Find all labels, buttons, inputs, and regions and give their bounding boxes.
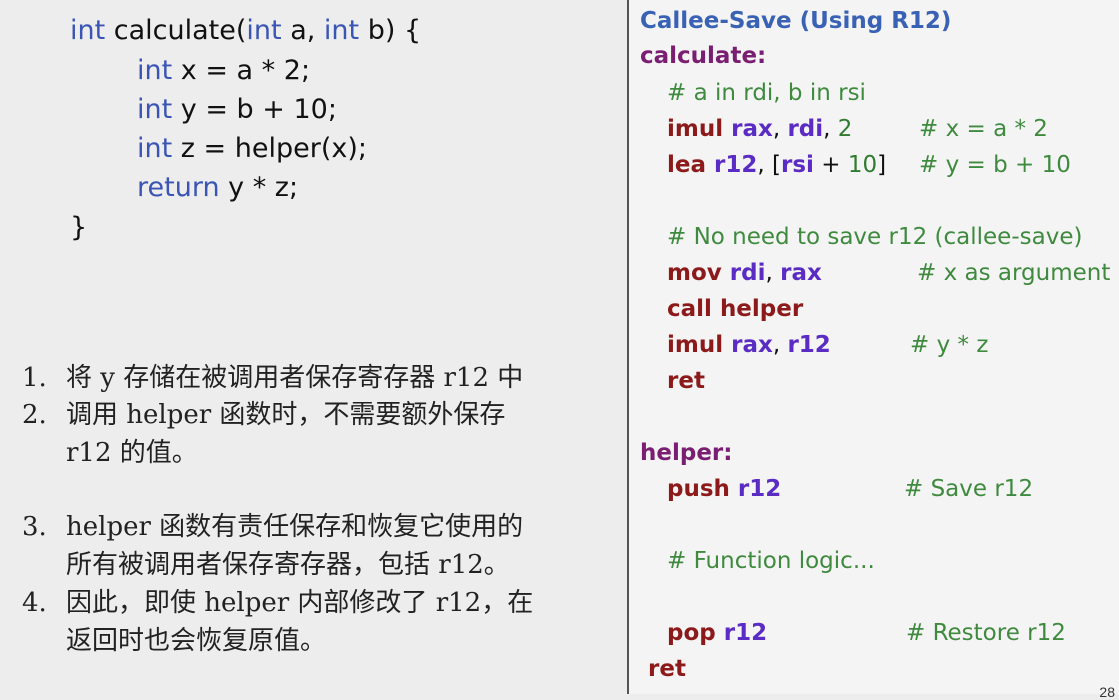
punctuation: , xyxy=(823,116,838,142)
call-target: helper xyxy=(719,296,804,322)
code-line-1: int calculate(int a, int b) { xyxy=(70,15,421,46)
keyword: int xyxy=(137,94,173,125)
register: r12 xyxy=(714,152,758,178)
code-line-4: int z = helper(x); xyxy=(137,133,367,164)
code-text: } xyxy=(70,212,88,243)
instruction: imul xyxy=(667,116,724,142)
code-text: b) { xyxy=(359,15,422,46)
note-number: 2. xyxy=(22,400,47,430)
register: r12 xyxy=(737,476,782,502)
left-panel: int calculate(int a, int b) { int x = a … xyxy=(0,0,628,694)
note-text: 调用 helper 函数时，不需要额外保存 xyxy=(66,400,506,430)
asm-imul-2: imul rax, r12 xyxy=(667,332,831,358)
code-text: z = helper(x); xyxy=(172,133,367,164)
asm-ret-1: ret xyxy=(667,368,705,394)
keyword: int xyxy=(323,15,360,46)
comment-args: # a in rdi, b in rsi xyxy=(667,80,866,106)
comment-arg: # x as argument xyxy=(917,260,1111,286)
punctuation: , xyxy=(765,260,781,286)
immediate: 10 xyxy=(847,152,878,178)
keyword: int xyxy=(137,133,173,164)
register: rax xyxy=(780,260,822,286)
register: rax xyxy=(731,116,773,142)
immediate: 2 xyxy=(837,116,853,142)
punctuation: , xyxy=(772,332,788,358)
asm-mov: mov rdi, rax xyxy=(667,260,822,286)
code-line-5: return y * z; xyxy=(137,172,298,203)
asm-pop: pop r12 xyxy=(667,620,767,646)
asm-lea: lea r12, [rsi + 10] xyxy=(667,152,886,178)
instruction: push xyxy=(667,476,730,502)
register: rsi xyxy=(781,152,814,178)
comment-y: # y = b + 10 xyxy=(919,152,1071,178)
asm-title: Callee-Save (Using R12) xyxy=(640,8,952,34)
note-number: 1. xyxy=(22,363,47,393)
code-text: y * z; xyxy=(219,172,299,203)
code-line-6: } xyxy=(70,212,87,243)
comment-x: # x = a * 2 xyxy=(919,116,1048,142)
code-text: x = a * 2; xyxy=(172,55,311,86)
note-text: 返回时也会恢复原值。 xyxy=(66,626,327,656)
right-panel: Callee-Save (Using R12) calculate: # a i… xyxy=(629,0,1119,700)
comment-restore: # Restore r12 xyxy=(906,620,1066,646)
register: r12 xyxy=(723,620,768,646)
note-2-cont: r12 的值。 xyxy=(66,432,198,469)
punctuation: + xyxy=(813,152,848,178)
keyword: return xyxy=(137,172,220,203)
comment-save: # Save r12 xyxy=(904,476,1034,502)
calculate-label: calculate: xyxy=(640,43,767,69)
note-text: helper 函数有责任保存和恢复它使用的 xyxy=(66,512,524,542)
note-3-cont: 所有被调用者保存寄存器，包括 r12。 xyxy=(66,544,510,581)
register: rax xyxy=(731,332,773,358)
note-2: 2. 调用 helper 函数时，不需要额外保存 xyxy=(22,394,505,431)
instruction: pop xyxy=(667,620,716,646)
register: rdi xyxy=(729,260,766,286)
note-text: 将 y 存储在被调用者保存寄存器 r12 中 xyxy=(66,363,524,393)
code-line-2: int x = a * 2; xyxy=(137,55,310,86)
helper-label: helper: xyxy=(640,440,733,466)
note-text: 因此，即使 helper 内部修改了 r12，在 xyxy=(66,588,534,618)
instruction: imul xyxy=(667,332,724,358)
code-text: a, xyxy=(281,15,324,46)
comment-yz: # y * z xyxy=(910,332,989,358)
asm-call: call helper xyxy=(667,296,803,322)
keyword: int xyxy=(246,15,282,46)
note-3: 3. helper 函数有责任保存和恢复它使用的 xyxy=(22,506,523,543)
note-text: r12 的值。 xyxy=(66,438,198,468)
note-4: 4. 因此，即使 helper 内部修改了 r12，在 xyxy=(22,582,533,619)
register: rdi xyxy=(787,116,824,142)
asm-push: push r12 xyxy=(667,476,781,502)
note-number: 3. xyxy=(22,512,47,542)
instruction: call xyxy=(667,296,712,322)
register: r12 xyxy=(787,332,831,358)
note-1: 1. 将 y 存储在被调用者保存寄存器 r12 中 xyxy=(22,357,523,394)
comment-no-need: # No need to save r12 (callee-save) xyxy=(667,224,1083,250)
instruction: lea xyxy=(667,152,707,178)
instruction: mov xyxy=(667,260,722,286)
punctuation: ] xyxy=(877,152,887,178)
asm-ret-2: ret xyxy=(648,656,686,682)
code-text: y = b + 10; xyxy=(172,94,337,125)
code-text: calculate( xyxy=(105,15,247,46)
keyword: int xyxy=(70,15,106,46)
comment-logic: # Function logic... xyxy=(667,548,875,574)
note-number: 4. xyxy=(22,588,47,618)
note-4-cont: 返回时也会恢复原值。 xyxy=(66,620,326,657)
note-text: 所有被调用者保存寄存器，包括 r12。 xyxy=(66,550,510,580)
asm-imul-1: imul rax, rdi, 2 xyxy=(667,116,852,142)
punctuation: , [ xyxy=(757,152,781,178)
code-line-3: int y = b + 10; xyxy=(137,94,337,125)
page-number: 28 xyxy=(1099,684,1115,700)
keyword: int xyxy=(137,55,173,86)
punctuation: , xyxy=(772,116,788,142)
